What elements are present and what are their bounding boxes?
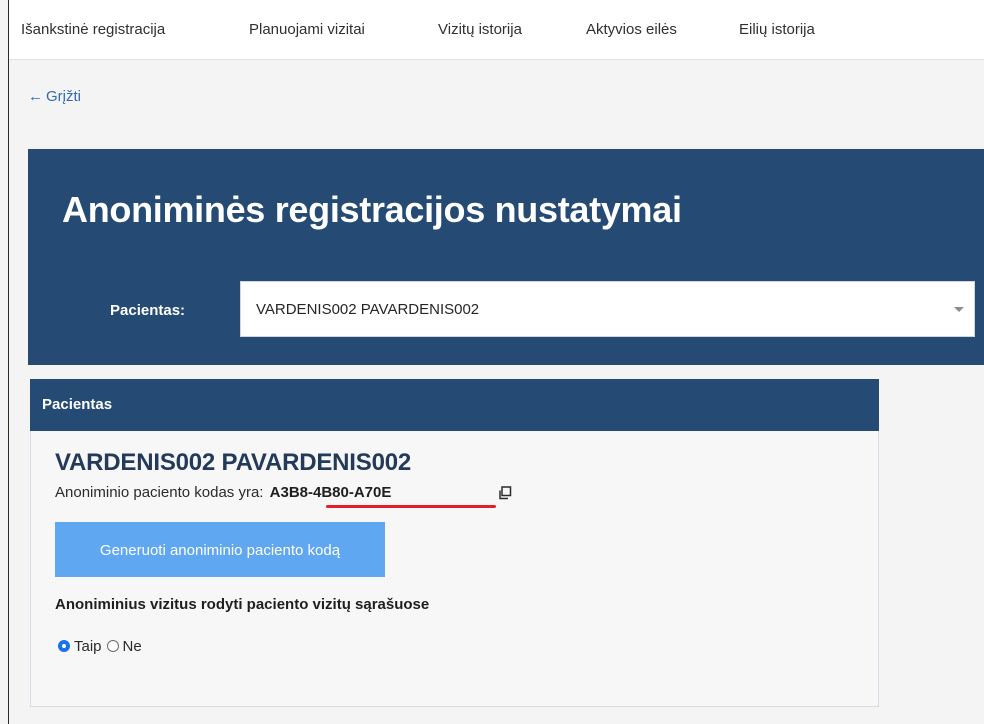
show-anonymous-visits-radio-group: Taip Ne (58, 637, 142, 655)
code-red-underline (326, 505, 496, 508)
anonymous-code-line: Anoniminio paciento kodas yra: A3B8-4B80… (55, 484, 391, 501)
settings-header-panel: Anoniminės registracijos nustatymai Paci… (28, 149, 984, 365)
patient-card-title: Pacientas (42, 396, 113, 413)
anonymous-code-prefix: Anoniminio paciento kodas yra: (55, 484, 264, 501)
back-arrow-icon: ← (28, 88, 43, 105)
patient-select-label: Pacientas: (110, 302, 186, 319)
radio-ne-label: Ne (122, 637, 142, 655)
page-title: Anoniminės registracijos nustatymai (62, 189, 682, 230)
generate-anonymous-code-button[interactable]: Generuoti anoniminio paciento kodą (55, 522, 385, 577)
radio-option-taip[interactable]: Taip (58, 638, 102, 655)
chevron-down-icon (954, 307, 964, 312)
nav-item-planned-visits[interactable]: Planuojami vizitai (249, 21, 365, 38)
patient-name: VARDENIS002 PAVARDENIS002 (55, 449, 412, 476)
patient-card-header: Pacientas (30, 379, 879, 431)
copy-icon[interactable] (498, 486, 512, 500)
nav-item-visit-history[interactable]: Vizitų istorija (438, 21, 522, 38)
left-border-line (8, 0, 9, 724)
patient-select[interactable]: VARDENIS002 PAVARDENIS002 (240, 281, 975, 337)
top-navigation: Išankstinė registracija Planuojami vizit… (9, 0, 984, 60)
radio-option-ne[interactable]: Ne (106, 637, 142, 655)
nav-item-active-queues[interactable]: Aktyvios eilės (586, 21, 677, 38)
patient-select-value: VARDENIS002 PAVARDENIS002 (256, 301, 480, 318)
show-anonymous-visits-label: Anoniminius vizitus rodyti paciento vizi… (55, 596, 430, 613)
back-link-label: Grįžti (46, 88, 81, 105)
anonymous-code-value: A3B8-4B80-A70E (269, 484, 392, 501)
nav-item-preregistration[interactable]: Išankstinė registracija (21, 21, 165, 38)
back-link[interactable]: ← Grįžti (28, 88, 81, 105)
nav-item-queue-history[interactable]: Eilių istorija (739, 21, 815, 38)
patient-card: Pacientas VARDENIS002 PAVARDENIS002 Anon… (30, 379, 879, 707)
radio-taip[interactable] (58, 639, 70, 652)
radio-ne[interactable] (106, 639, 119, 652)
radio-taip-label: Taip (74, 637, 102, 655)
